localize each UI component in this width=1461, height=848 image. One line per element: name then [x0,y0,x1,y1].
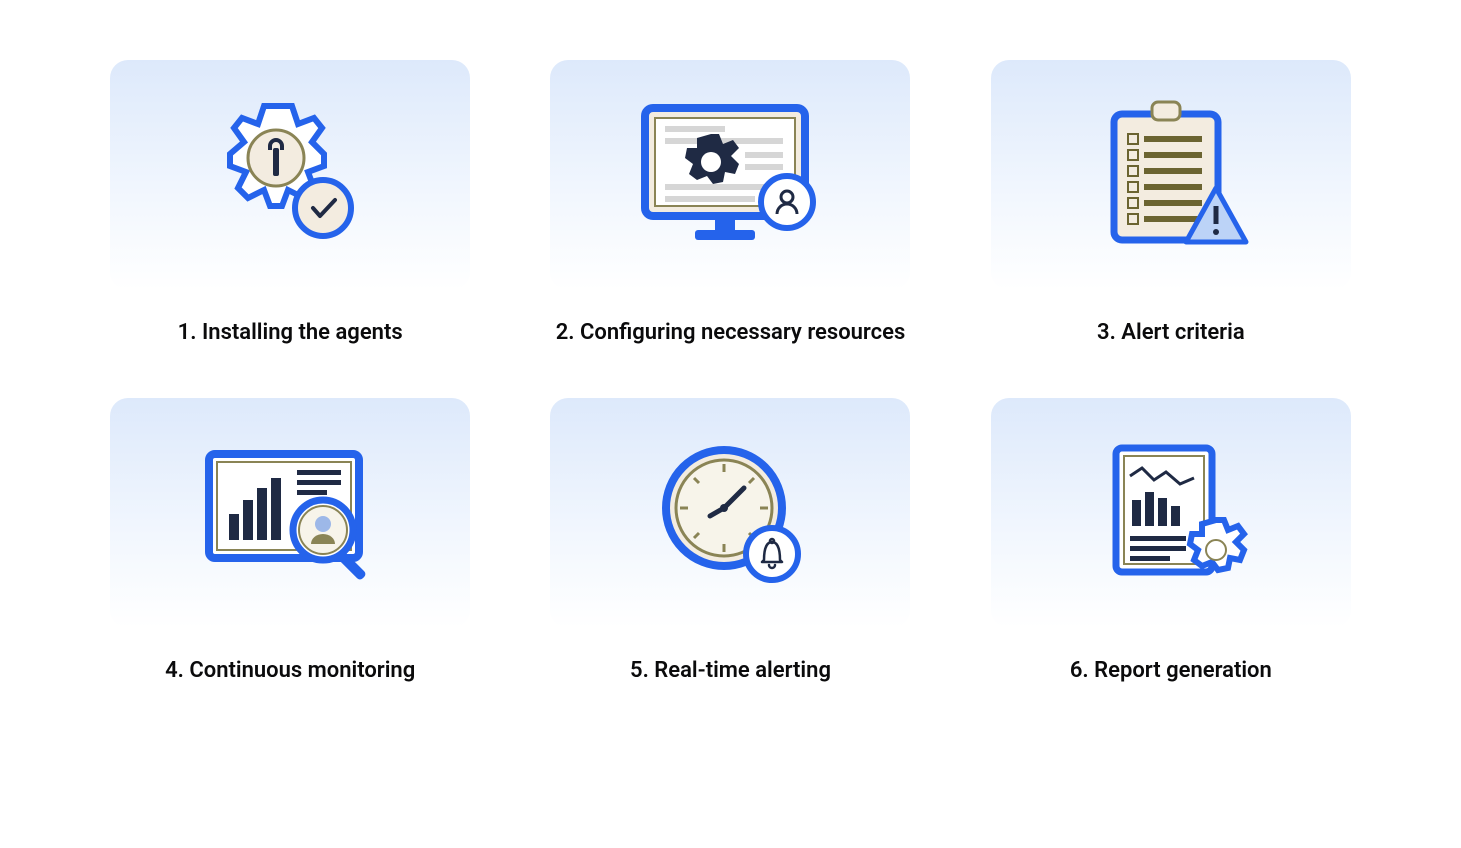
step-5: 5. Real-time alerting [540,398,920,686]
step-6-label: 6. Report generation [1070,656,1272,686]
dashboard-magnifier-icon [185,428,395,598]
step-3-label: 3. Alert criteria [1097,318,1245,348]
step-4-label: 4. Continuous monitoring [165,656,415,686]
clock-bell-icon [640,428,820,598]
step-1-card [110,60,470,290]
step-2-card [550,60,910,290]
step-6: 6. Report generation [981,398,1361,686]
report-gear-icon [1076,428,1266,598]
step-4-card [110,398,470,628]
step-2: 2. Configuring necessary resources [540,60,920,348]
step-3-card [991,60,1351,290]
steps-grid: 1. Installing the agents [100,60,1361,685]
step-6-card [991,398,1351,628]
step-5-label: 5. Real-time alerting [630,656,831,686]
step-1: 1. Installing the agents [100,60,480,348]
monitor-gear-user-icon [625,90,835,260]
step-3: 3. Alert criteria [981,60,1361,348]
step-5-card [550,398,910,628]
step-4: 4. Continuous monitoring [100,398,480,686]
clipboard-warning-icon [1076,90,1266,260]
step-1-label: 1. Installing the agents [178,318,403,348]
gear-wrench-check-icon [195,90,385,260]
step-2-label: 2. Configuring necessary resources [556,318,906,348]
